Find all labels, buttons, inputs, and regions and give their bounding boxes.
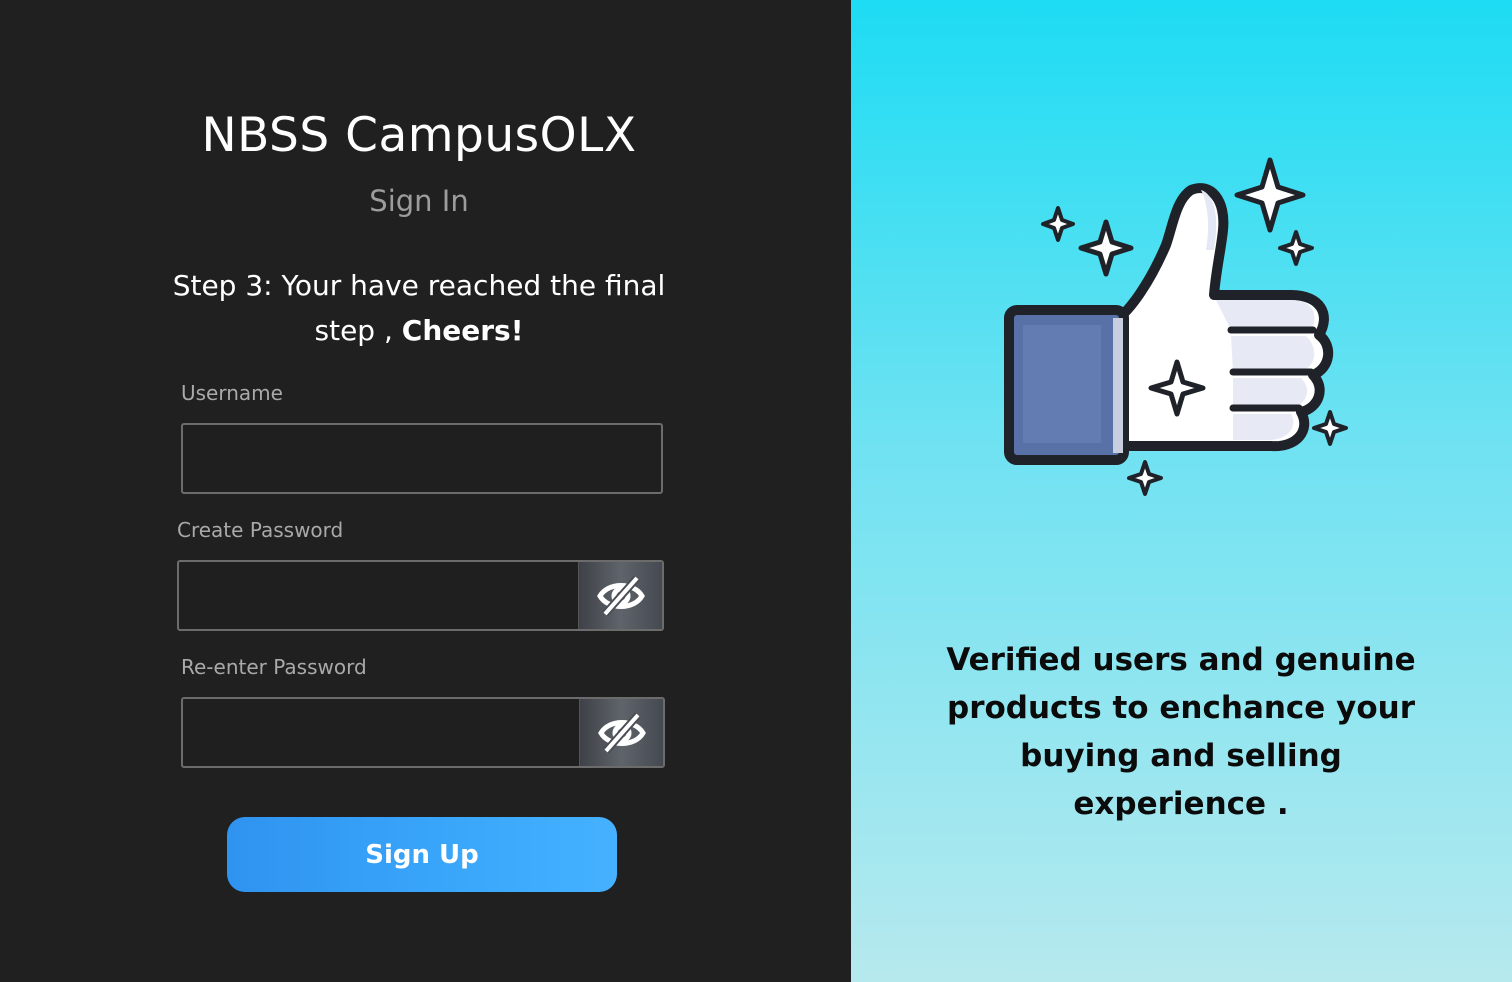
toggle-reenter-password-visibility-button[interactable]	[579, 699, 663, 766]
create-password-field	[177, 560, 664, 631]
sign-up-button[interactable]: Sign Up	[227, 817, 617, 892]
create-password-input[interactable]	[179, 562, 578, 629]
toggle-password-visibility-button[interactable]	[578, 562, 662, 629]
promo-tagline: Verified users and genuine products to e…	[946, 642, 1416, 822]
signup-page: NBSS CampusOLX Sign In Step 3: Your have…	[0, 0, 1512, 982]
eye-slash-icon	[597, 711, 646, 754]
username-label: Username	[181, 381, 283, 405]
sparkle-icon	[1127, 460, 1163, 496]
username-input[interactable]	[181, 423, 663, 494]
sparkle-icon	[1312, 410, 1348, 446]
page-subtitle: Sign In	[369, 184, 469, 218]
sparkle-icon	[1078, 219, 1134, 277]
create-password-label: Create Password	[177, 518, 344, 542]
sparkle-icon	[1041, 206, 1075, 242]
signup-panel: NBSS CampusOLX Sign In Step 3: Your have…	[0, 0, 851, 982]
sparkle-icon	[1278, 230, 1314, 266]
step-message: Step 3: Your have reached the final step…	[150, 263, 688, 353]
eye-slash-icon	[596, 574, 645, 617]
reenter-password-input[interactable]	[183, 699, 579, 766]
sparkle-icon	[1234, 157, 1306, 233]
thumbs-up-sparkles-icon	[1004, 157, 1348, 496]
promo-panel: Verified users and genuine products to e…	[851, 0, 1512, 982]
reenter-password-field	[181, 697, 665, 768]
step-message-emphasis: Cheers!	[401, 314, 524, 347]
reenter-password-label: Re-enter Password	[181, 655, 367, 679]
app-title: NBSS CampusOLX	[201, 108, 637, 163]
